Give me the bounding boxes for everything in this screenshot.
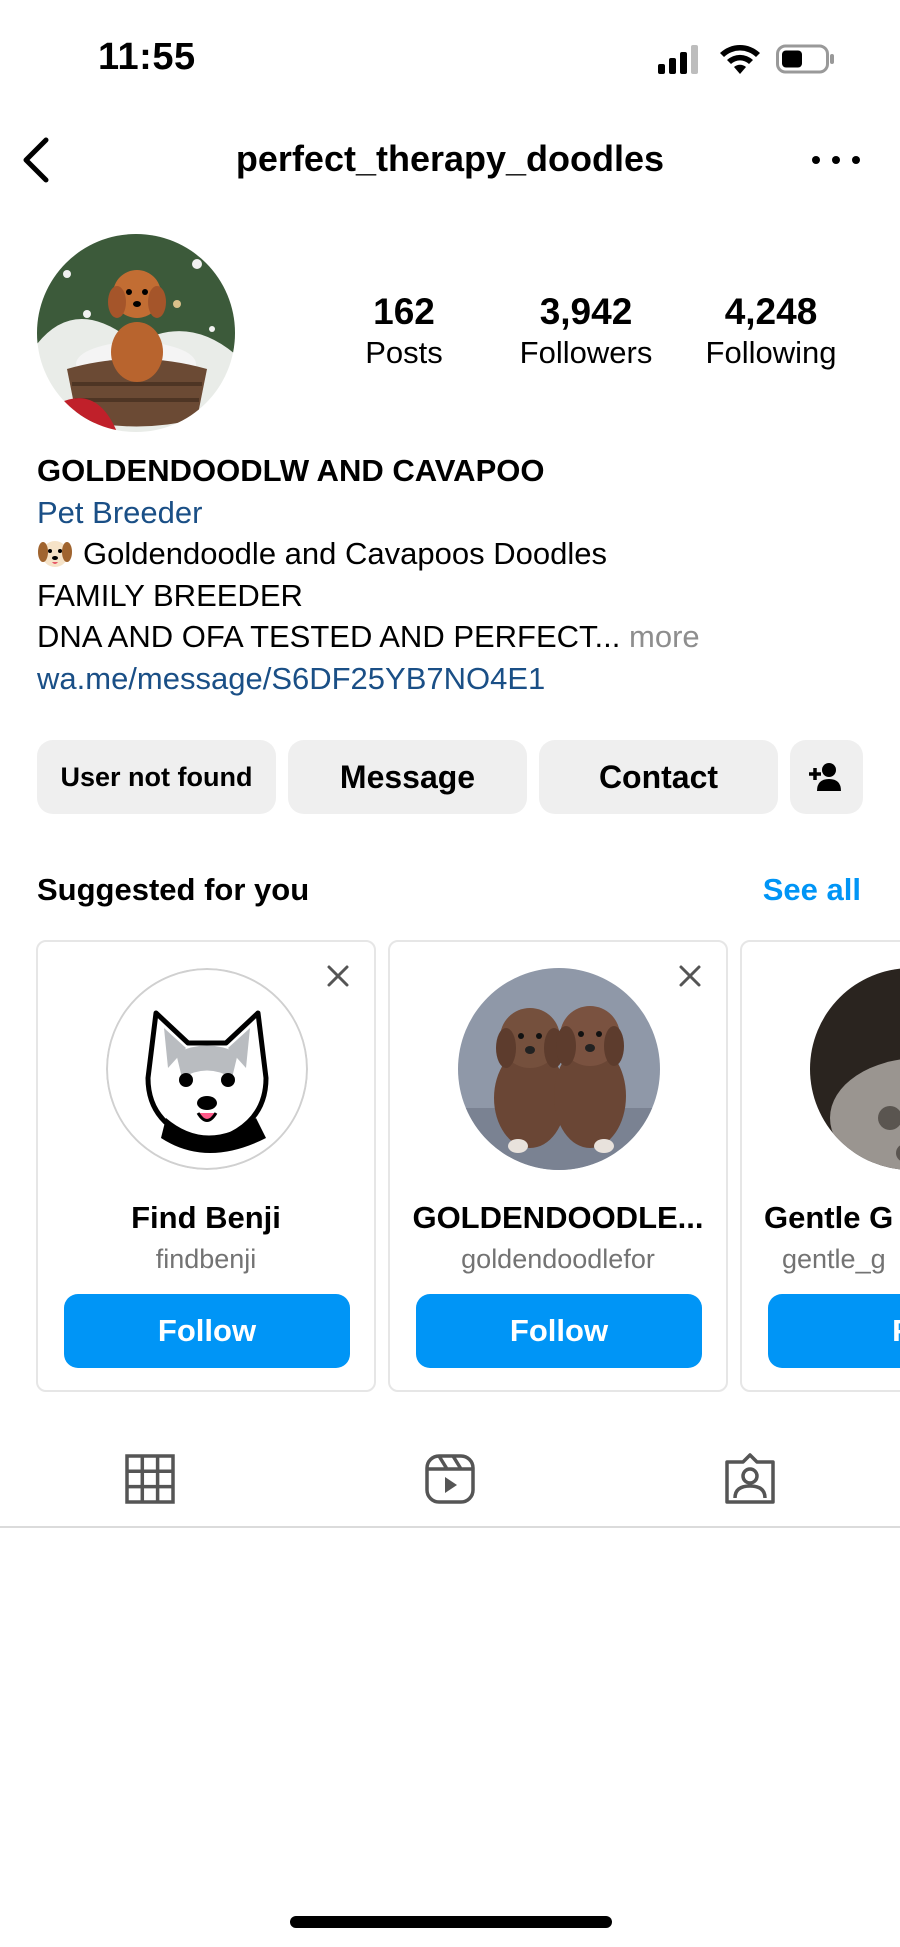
posts-stat[interactable]: 162 Posts <box>319 292 489 372</box>
bio-line-2: FAMILY BREEDER <box>37 577 303 613</box>
suggested-carousel[interactable]: Find Benji findbenji Follow GOLDENDOODLE… <box>0 940 900 1394</box>
following-label: Following <box>705 335 837 370</box>
home-indicator[interactable] <box>290 1916 612 1928</box>
suggested-handle: findbenji <box>155 1244 257 1274</box>
suggested-handle: goldendoodlefor <box>461 1244 655 1274</box>
suggested-avatar[interactable] <box>810 968 900 1170</box>
suggested-card[interactable]: Gentle G gentle_g Fo <box>740 940 900 1392</box>
profile-username-title: perfect_therapy_doodles <box>235 138 665 179</box>
posts-label: Posts <box>365 335 443 370</box>
tab-divider <box>0 1526 900 1528</box>
tagged-icon[interactable] <box>723 1452 777 1506</box>
grid-icon[interactable] <box>123 1452 177 1506</box>
posts-count: 162 <box>373 291 435 332</box>
profile-display-name: GOLDENDOODLW AND CAVAPOO <box>37 453 545 488</box>
profile-bio: GOLDENDOODLW AND CAVAPOO Pet Breeder Gol… <box>37 450 867 699</box>
follow-button[interactable]: Follow <box>64 1294 350 1368</box>
following-stat[interactable]: 4,248 Following <box>686 292 856 372</box>
profile-avatar[interactable] <box>37 234 235 432</box>
battery-icon <box>776 44 834 74</box>
more-options-icon[interactable] <box>812 148 860 172</box>
following-count: 4,248 <box>724 291 818 332</box>
profile-category: Pet Breeder <box>37 494 203 530</box>
suggested-avatar[interactable] <box>458 968 660 1170</box>
suggested-card[interactable]: GOLDENDOODLE... goldendoodlefor Follow <box>388 940 728 1392</box>
suggested-handle: gentle_g <box>782 1244 886 1274</box>
suggested-name: Find Benji <box>131 1200 281 1235</box>
followers-label: Followers <box>519 335 653 370</box>
bio-line-1-text: Goldendoodle and Cavapoos Doodles <box>83 536 607 571</box>
bio-line-3: DNA AND OFA TESTED AND PERFECT... more <box>37 616 867 658</box>
close-icon[interactable] <box>676 962 704 990</box>
user-not-found-button[interactable]: User not found <box>37 740 276 814</box>
message-button[interactable]: Message <box>288 740 527 814</box>
person-plus-icon <box>808 763 841 791</box>
suggested-name: Gentle G <box>764 1200 894 1235</box>
see-all-link[interactable]: See all <box>763 872 861 908</box>
reels-icon[interactable] <box>423 1452 477 1506</box>
profile-website-link[interactable]: wa.me/message/S6DF25YB7NO4E1 <box>37 658 867 700</box>
suggested-avatar[interactable] <box>106 968 308 1170</box>
follow-button[interactable]: Fo <box>768 1294 900 1368</box>
follow-button[interactable]: Follow <box>416 1294 702 1368</box>
suggested-card[interactable]: Find Benji findbenji Follow <box>36 940 376 1392</box>
followers-stat[interactable]: 3,942 Followers <box>501 292 671 372</box>
followers-count: 3,942 <box>539 291 633 332</box>
suggested-title: Suggested for you <box>37 872 310 907</box>
suggested-name: GOLDENDOODLE... <box>412 1200 704 1235</box>
wifi-icon <box>720 45 760 74</box>
cellular-signal-icon <box>658 44 698 74</box>
suggested-users-button[interactable] <box>790 740 863 814</box>
close-icon[interactable] <box>324 962 352 990</box>
bio-more-link[interactable]: more <box>629 619 700 654</box>
dog-face-emoji-icon <box>38 541 72 567</box>
contact-button[interactable]: Contact <box>539 740 778 814</box>
status-time: 11:55 <box>98 36 196 78</box>
bio-line-3-text: DNA AND OFA TESTED AND PERFECT... <box>37 619 621 654</box>
bio-line-1: Goldendoodle and Cavapoos Doodles <box>37 533 867 575</box>
